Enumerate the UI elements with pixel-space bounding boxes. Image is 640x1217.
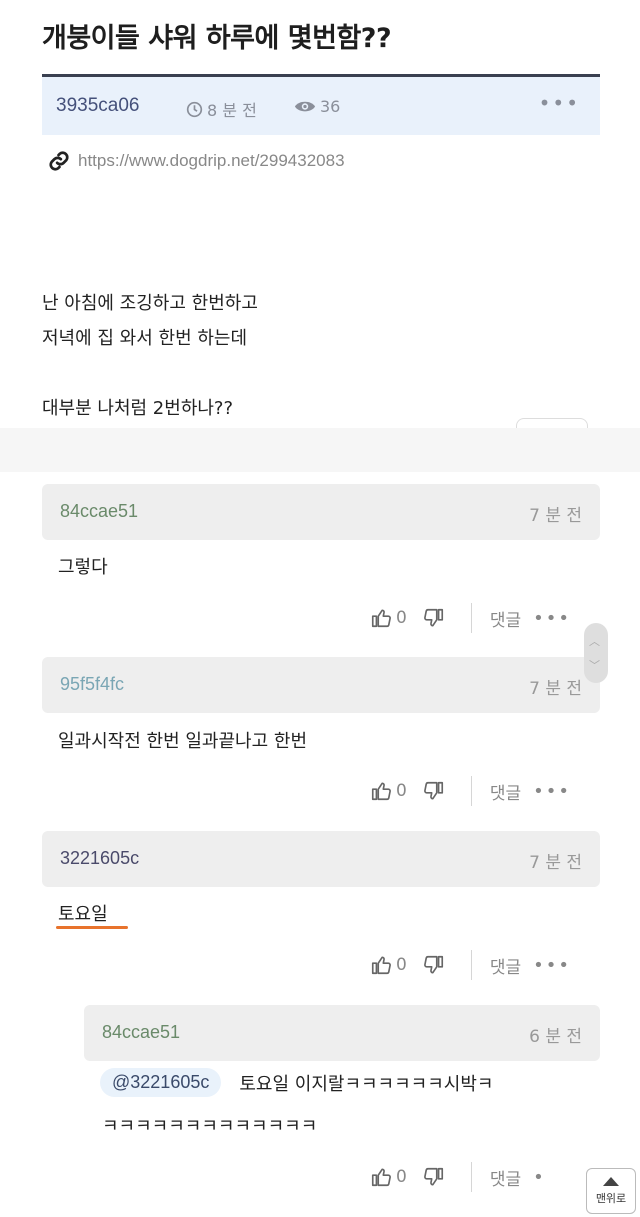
back-to-top-label: 맨위로 [595, 1191, 627, 1205]
comment-more-button[interactable]: ••• [533, 608, 571, 629]
comment-time: 7 분 전 [529, 679, 582, 699]
reply-button[interactable]: 댓글 [490, 953, 521, 978]
clock-icon [186, 101, 203, 117]
comment-header: 95f5f4fc 7 분 전 [42, 657, 600, 713]
comment-text: 토요일 이지랄ㅋㅋㅋㅋㅋㅋ시박ㅋ [239, 1073, 494, 1095]
reply-first-line: @3221605c 토요일 이지랄ㅋㅋㅋㅋㅋㅋ시박ㅋ [100, 1068, 493, 1097]
post-body-line: 대부분 나처럼 2번하나?? [42, 398, 234, 419]
comment-text: 토요일 [58, 904, 108, 925]
like-count: 0 [396, 781, 407, 801]
comment-actions: 0 댓글 ••• [370, 948, 610, 982]
comment-more-button[interactable]: • [533, 1167, 546, 1188]
action-divider [470, 950, 472, 980]
like-count: 0 [396, 1167, 407, 1187]
highlight-underline [56, 926, 128, 929]
reply-button[interactable]: 댓글 [490, 606, 521, 631]
scroll-handle[interactable]: ︿ ﹀ [584, 623, 608, 683]
comment-author[interactable]: 95f5f4fc [60, 674, 124, 695]
post-body-line: 난 아침에 조깅하고 한번하고 [42, 293, 258, 314]
link-icon [49, 151, 69, 171]
post-author[interactable]: 3935ca06 [56, 95, 139, 117]
dislike-button[interactable] [423, 1166, 445, 1188]
reply-header: 84ccae51 6 분 전 [84, 1005, 600, 1061]
post-time: 8 분 전 [186, 97, 257, 121]
like-button[interactable]: 0 [370, 954, 407, 976]
back-to-top-button[interactable]: 맨위로 [586, 1168, 636, 1214]
comment-actions: 0 댓글 • [370, 1160, 610, 1194]
thumbs-down-icon [423, 608, 443, 627]
action-divider [470, 603, 472, 633]
arrow-up-icon [603, 1176, 619, 1186]
comment-time: 7 분 전 [529, 853, 582, 873]
section-gap [0, 428, 640, 472]
like-button[interactable]: 0 [370, 607, 407, 629]
thumbs-up-icon [371, 1168, 391, 1187]
like-count: 0 [396, 955, 407, 975]
thumbs-down-icon [423, 781, 443, 800]
comment-text: ㅋㅋㅋㅋㅋㅋㅋㅋㅋㅋㅋㅋㅋ [102, 1116, 318, 1137]
reply-button[interactable]: 댓글 [490, 1165, 521, 1190]
post-title: 개붕이들 샤워 하루에 몇번함?? [42, 23, 392, 54]
like-button[interactable]: 0 [370, 780, 407, 802]
like-button[interactable]: 0 [370, 1166, 407, 1188]
eye-icon [294, 101, 316, 112]
comment-actions: 0 댓글 ••• [370, 774, 610, 808]
comment-author[interactable]: 3221605c [60, 848, 139, 869]
dislike-button[interactable] [423, 954, 445, 976]
mention-tag[interactable]: @3221605c [100, 1068, 222, 1097]
reply-button[interactable]: 댓글 [490, 779, 521, 804]
action-divider [470, 776, 472, 806]
comment-author[interactable]: 84ccae51 [102, 1022, 180, 1043]
comment-author[interactable]: 84ccae51 [60, 501, 138, 522]
comment-time: 7 분 전 [529, 506, 582, 526]
post-body-line [42, 356, 258, 391]
thumbs-down-icon [423, 1167, 443, 1186]
comment-text: 일과시작전 한번 일과끝나고 한번 [58, 731, 308, 752]
thumbs-up-icon [371, 956, 391, 975]
chevron-down-icon: ﹀ [589, 659, 600, 672]
comment-actions: 0 댓글 ••• [370, 601, 610, 635]
dislike-button[interactable] [423, 607, 445, 629]
thumbs-up-icon [371, 609, 391, 628]
post-meta-bar: 3935ca06 8 분 전 36 ••• [42, 77, 600, 135]
like-count: 0 [396, 608, 407, 628]
post-container: 개붕이들 샤워 하루에 몇번함?? 3935ca06 8 분 전 36 ••• … [0, 0, 640, 432]
comment-header: 84ccae51 7 분 전 [42, 484, 600, 540]
post-views-count: 36 [320, 97, 341, 116]
post-views: 36 [294, 97, 340, 116]
thumbs-down-icon [423, 955, 443, 974]
thumbs-up-icon [371, 782, 391, 801]
post-link[interactable]: https://www.dogdrip.net/299432083 [78, 151, 345, 171]
dislike-button[interactable] [423, 780, 445, 802]
comment-header: 3221605c 7 분 전 [42, 831, 600, 887]
comment-time: 6 분 전 [529, 1027, 582, 1047]
action-divider [470, 1162, 472, 1192]
post-more-button[interactable]: ••• [539, 91, 580, 115]
comment-more-button[interactable]: ••• [533, 955, 571, 976]
post-time-text: 8 분 전 [207, 101, 257, 120]
post-link-row[interactable]: https://www.dogdrip.net/299432083 [48, 150, 345, 172]
post-body-line: 저녁에 집 와서 한번 하는데 [42, 328, 248, 349]
comment-more-button[interactable]: ••• [533, 781, 571, 802]
comment-text: 그렇다 [58, 557, 108, 578]
post-body: 난 아침에 조깅하고 한번하고 저녁에 집 와서 한번 하는데 대부분 나처럼 … [42, 286, 258, 426]
chevron-up-icon: ︿ [589, 635, 600, 648]
